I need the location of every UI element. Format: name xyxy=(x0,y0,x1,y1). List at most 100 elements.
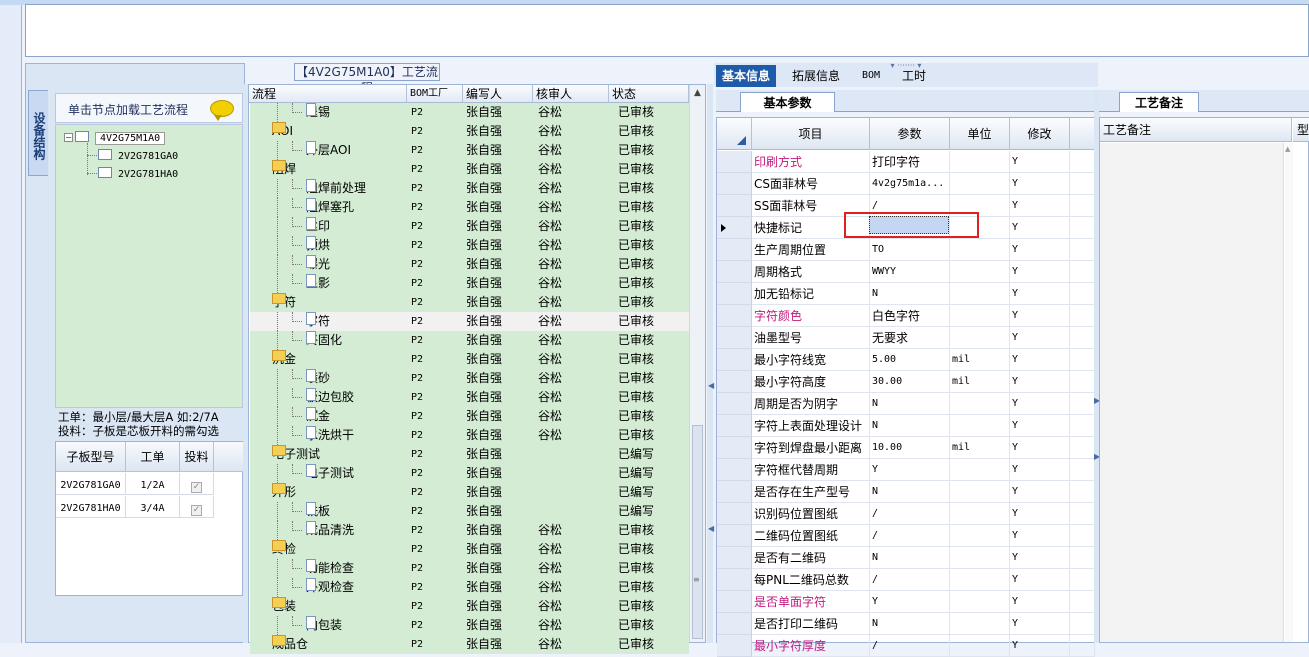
flow-row[interactable]: 外层AOI P2 张自强 谷松 已审核 xyxy=(250,141,689,160)
param-value[interactable]: N xyxy=(870,415,950,437)
sub-col-header[interactable]: 子板型号 xyxy=(56,442,126,472)
notes-scrollbar[interactable]: ▲ xyxy=(1285,143,1293,642)
flow-row[interactable]: 终固化 P2 张自强 谷松 已审核 xyxy=(250,331,689,350)
param-col-header[interactable]: 单位 xyxy=(950,118,1010,150)
collapse-icon[interactable]: − xyxy=(64,133,73,142)
flow-col-header[interactable]: 编写人 xyxy=(463,85,533,103)
flow-row[interactable]: −外形 P2 张自强 已编写 xyxy=(250,483,689,502)
flow-col-header[interactable]: 核审人 xyxy=(533,85,609,103)
row-indicator[interactable] xyxy=(717,217,752,239)
collapse-left-icon-2[interactable]: ◀ xyxy=(708,524,714,533)
notes-textarea[interactable] xyxy=(1100,143,1284,642)
flow-row[interactable]: −沉金 P2 张自强 谷松 已审核 xyxy=(250,350,689,369)
tab-info-1[interactable]: 拓展信息 xyxy=(786,65,846,87)
param-value[interactable]: 10.00 xyxy=(870,437,950,459)
row-indicator[interactable] xyxy=(717,261,752,283)
param-row[interactable]: 字符到焊盘最小距离 10.00 mil Y xyxy=(717,437,1095,459)
collapse-left-icon[interactable]: ◀ xyxy=(708,381,714,390)
row-indicator[interactable] xyxy=(717,613,752,635)
flow-row[interactable]: 内包装 P2 张自强 谷松 已审核 xyxy=(250,616,689,635)
param-row[interactable]: 最小字符厚度 / Y xyxy=(717,635,1095,657)
row-indicator[interactable] xyxy=(717,239,752,261)
notes-column-header[interactable]: 工艺备注 xyxy=(1100,118,1292,142)
row-indicator[interactable] xyxy=(717,591,752,613)
scroll-up-icon[interactable]: ▲ xyxy=(692,88,703,99)
param-value[interactable]: / xyxy=(870,503,950,525)
param-value[interactable]: 5.00 xyxy=(870,349,950,371)
param-value[interactable]: 白色字符 xyxy=(870,305,950,327)
row-indicator[interactable] xyxy=(717,283,752,305)
param-row[interactable]: 字符框代替周期 Y Y xyxy=(717,459,1095,481)
scroll-thumb[interactable] xyxy=(692,425,703,639)
param-value[interactable]: 4v2g75m1a... xyxy=(870,173,950,195)
row-indicator[interactable] xyxy=(717,327,752,349)
checkbox-icon[interactable]: ✓ xyxy=(191,482,202,493)
flow-row[interactable]: −电子测试 P2 张自强 已编写 xyxy=(250,445,689,464)
param-value[interactable]: N xyxy=(870,547,950,569)
param-value[interactable]: / xyxy=(870,569,950,591)
row-indicator[interactable] xyxy=(717,525,752,547)
flow-row[interactable]: 阻焊前处理 P2 张自强 谷松 已审核 xyxy=(250,179,689,198)
param-row[interactable]: 字符上表面处理设计 N Y xyxy=(717,415,1095,437)
param-row[interactable]: 识别码位置图纸 / Y xyxy=(717,503,1095,525)
param-value[interactable]: / xyxy=(870,525,950,547)
tab-process-notes[interactable]: 工艺备注 xyxy=(1119,92,1199,112)
row-indicator[interactable] xyxy=(717,437,752,459)
row-indicator[interactable] xyxy=(717,459,752,481)
param-value[interactable]: WWYY xyxy=(870,261,950,283)
row-indicator[interactable] xyxy=(717,151,752,173)
flow-row[interactable]: 阻焊塞孔 P2 张自强 谷松 已审核 xyxy=(250,198,689,217)
checkbox-icon[interactable]: ✓ xyxy=(191,505,202,516)
row-indicator[interactable] xyxy=(717,393,752,415)
scroll-up-icon[interactable]: ▲ xyxy=(1285,145,1290,153)
flow-row[interactable]: 铣板 P2 张自强 已编写 xyxy=(250,502,689,521)
tab-basic-params[interactable]: 基本参数 xyxy=(740,92,835,112)
param-row[interactable]: 最小字符高度 30.00 mil Y xyxy=(717,371,1095,393)
process-scrollbar[interactable]: ▲ ≡ xyxy=(689,85,705,642)
param-row[interactable]: 周期格式 WWYY Y xyxy=(717,261,1095,283)
tree-node-child[interactable]: 2V2G781GA0 xyxy=(98,147,178,163)
row-indicator[interactable] xyxy=(717,173,752,195)
param-value[interactable]: N xyxy=(870,283,950,305)
flow-row[interactable]: 水洗烘干 P2 张自强 谷松 已审核 xyxy=(250,426,689,445)
param-value[interactable]: 30.00 xyxy=(870,371,950,393)
param-value[interactable]: / xyxy=(870,635,950,657)
param-row[interactable]: 每PNL二维码总数 / Y xyxy=(717,569,1095,591)
row-indicator[interactable] xyxy=(717,349,752,371)
flow-row[interactable]: 字符 P2 张自强 谷松 已审核 xyxy=(250,312,689,331)
row-indicator[interactable] xyxy=(717,547,752,569)
row-indicator[interactable] xyxy=(717,195,752,217)
flow-row[interactable]: 沉金 P2 张自强 谷松 已审核 xyxy=(250,407,689,426)
row-indicator[interactable] xyxy=(717,371,752,393)
param-value[interactable]: Y xyxy=(870,459,950,481)
flow-row[interactable]: 功能检查 P2 张自强 谷松 已审核 xyxy=(250,559,689,578)
flow-row[interactable]: −包装 P2 张自强 谷松 已审核 xyxy=(250,597,689,616)
row-indicator[interactable] xyxy=(717,305,752,327)
param-row[interactable]: 周期是否为阴字 N Y xyxy=(717,393,1095,415)
param-value[interactable]: 无要求 xyxy=(870,327,950,349)
tab-device-structure[interactable]: 设备结构 xyxy=(28,90,48,176)
flow-row[interactable]: 电子测试 P2 张自强 已编写 xyxy=(250,464,689,483)
flow-row[interactable]: −阻焊 P2 张自强 谷松 已审核 xyxy=(250,160,689,179)
flow-row[interactable]: 显影 P2 张自强 谷松 已审核 xyxy=(250,274,689,293)
tree-node-root[interactable]: − 4V2G75M1A0 xyxy=(64,129,166,145)
flow-row[interactable]: 预烘 P2 张自强 谷松 已审核 xyxy=(250,236,689,255)
tree-node-child[interactable]: 2V2G781HA0 xyxy=(98,165,178,181)
param-row[interactable]: 是否存在生产型号 N Y xyxy=(717,481,1095,503)
sub-cell-feed[interactable]: ✓ xyxy=(180,473,214,495)
param-value[interactable]: N xyxy=(870,481,950,503)
tab-info-3[interactable]: 工时 xyxy=(896,65,932,87)
flow-row[interactable]: 板边包胶 P2 张自强 谷松 已审核 xyxy=(250,388,689,407)
sub-cell-feed[interactable]: ✓ xyxy=(180,496,214,518)
param-value[interactable]: Y xyxy=(870,591,950,613)
param-row[interactable]: CS面菲林号 4v2g75m1a... Y xyxy=(717,173,1095,195)
row-indicator[interactable] xyxy=(717,481,752,503)
sub-col-header[interactable]: 投料 xyxy=(180,442,214,472)
flow-row[interactable]: 外观检查 P2 张自强 谷松 已审核 xyxy=(250,578,689,597)
param-row[interactable]: 是否打印二维码 N Y xyxy=(717,613,1095,635)
mid-splitter[interactable]: ◀ ◀ xyxy=(707,84,714,643)
param-row[interactable]: 加无铅标记 N Y xyxy=(717,283,1095,305)
param-value[interactable]: N xyxy=(870,393,950,415)
row-indicator[interactable] xyxy=(717,569,752,591)
flow-row[interactable]: 成品清洗 P2 张自强 谷松 已审核 xyxy=(250,521,689,540)
